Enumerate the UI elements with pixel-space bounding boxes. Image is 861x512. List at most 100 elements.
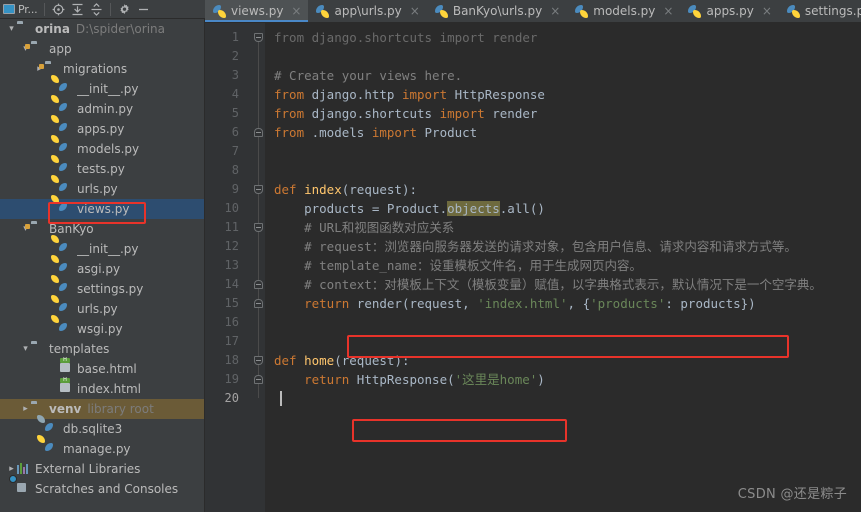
code-line-5[interactable]: from django.shortcuts import render [274,104,537,123]
code-line-19[interactable]: return HttpResponse('这里是home') [274,370,545,389]
minus-icon [139,8,149,10]
locate-button[interactable] [49,0,68,19]
code-line-4[interactable]: from django.http import HttpResponse [274,85,545,104]
code-token: from [274,125,305,140]
python-file-icon [59,303,73,316]
code-fold-toggle[interactable] [254,223,263,232]
code-fold-toggle[interactable] [254,356,263,365]
code-line-15[interactable]: return render(request, 'index.html', {'p… [274,294,756,313]
chevron-right-icon[interactable] [20,405,31,414]
code-token: return [304,296,350,311]
editor-tab-label: views.py [231,4,284,18]
project-tree-panel[interactable]: orina D:\spider\orinaapp migrations __init_… [0,19,205,512]
code-fold-toggle[interactable] [254,33,263,42]
code-line-14[interactable]: # context：对模板上下文（模板变量）赋值，以字典格式表示，默认情况下是一… [274,275,822,294]
code-line-6[interactable]: from .models import Product [274,123,477,142]
tree-item-scratches-and-consoles[interactable]: Scratches and Consoles [0,479,204,499]
editor-tab-bankyo-urls-py[interactable]: BanKyo\urls.py × [427,0,567,22]
editor-gutter[interactable]: 1 2 3 4 5 6 7 8 9 10 11 12 13 14 15 16 17 18 19 20 [205,23,265,512]
tree-item-manage-py[interactable]: manage.py [0,439,204,459]
code-line-12[interactable]: # request：浏览器向服务器发送的请求对象，包含用户信息、请求内容和请求方… [274,237,797,256]
editor-tab-app-urls-py[interactable]: app\urls.py × [308,0,426,22]
tree-item-bankyo[interactable]: BanKyo [0,219,204,239]
tree-item-views-py[interactable]: views.py [0,199,204,219]
project-view-button[interactable]: Pr... [0,0,40,19]
code-line-13[interactable]: # template_name：设重模板文件名，用于生成网页内容。 [274,256,642,275]
tree-item-templates[interactable]: templates [0,339,204,359]
tree-item-__init__-py[interactable]: __init__.py [0,79,204,99]
settings-button[interactable] [115,0,134,19]
tree-item-asgi-py[interactable]: asgi.py [0,259,204,279]
code-line-11[interactable]: # URL和视图函数对应关系 [274,218,454,237]
tree-item-orina[interactable]: orina D:\spider\orina [0,19,204,39]
code-fold-toggle[interactable] [254,185,263,194]
code-token: from [274,87,305,102]
chevron-right-icon[interactable] [6,465,17,474]
code-line-9[interactable]: def index(request): [274,180,417,199]
tree-item-app[interactable]: app [0,39,204,59]
tree-item-db-sqlite3[interactable]: db.sqlite3 [0,419,204,439]
close-icon[interactable]: × [410,5,420,17]
tree-item-models-py[interactable]: models.py [0,139,204,159]
code-fold-toggle[interactable] [254,128,263,137]
tree-item-admin-py[interactable]: admin.py [0,99,204,119]
tree-item-wsgi-py[interactable]: wsgi.py [0,319,204,339]
close-icon[interactable]: × [550,5,560,17]
chevron-down-icon[interactable] [20,345,31,354]
code-line-3[interactable]: # Create your views here. [274,66,462,85]
tree-item-index-html[interactable]: index.html [0,379,204,399]
hide-panel-button[interactable] [134,0,153,19]
python-file-icon [786,4,800,18]
code-line-1[interactable]: from django.shortcuts import render [274,28,537,47]
code-token: 'products' [590,296,666,311]
code-fold-toggle[interactable] [254,375,263,384]
editor-tab-models-py[interactable]: models.py × [567,0,680,22]
editor-tab-bar[interactable]: views.py × app\urls.py × BanKyo\urls.py × mode… [205,0,861,23]
python-file-icon [59,323,73,336]
editor-tab-views-py[interactable]: views.py × [205,0,309,22]
code-editor[interactable]: 1 2 3 4 5 6 7 8 9 10 11 12 13 14 15 16 17 18 19 20 from dja… [205,23,861,512]
code-token: # context：对模板上下文（模板变量）赋值，以字典格式表示，默认情况下是一… [274,277,822,292]
tree-item-__init__-py[interactable]: __init__.py [0,239,204,259]
editor-tab-label: apps.py [706,4,754,18]
code-token: products = Product. [274,201,448,216]
close-icon[interactable]: × [663,5,673,17]
close-icon[interactable]: × [762,5,772,17]
tree-item-urls-py[interactable]: urls.py [0,179,204,199]
tree-item-migrations[interactable]: migrations [0,59,204,79]
tree-item-label: venv [49,402,82,416]
scratches-icon [17,483,31,496]
editor-tab-label: app\urls.py [334,4,402,18]
python-file-icon [59,123,73,136]
tree-item-label: __init__.py [77,242,139,256]
project-toolbar: Pr... [0,0,205,19]
tree-item-venv[interactable]: venv library root [0,399,204,419]
chevron-down-icon[interactable] [6,25,17,34]
code-token: , { [567,296,591,311]
expand-all-button[interactable] [87,0,106,19]
code-line-10[interactable]: products = Product.objects.all() [274,199,545,218]
tree-item-settings-py[interactable]: settings.py [0,279,204,299]
tree-item-external-libraries[interactable]: External Libraries [0,459,204,479]
module-folder-icon [31,223,45,236]
tree-item-label: settings.py [77,282,144,296]
code-line-18[interactable]: def home(request): [274,351,410,370]
code-text-area[interactable]: from django.shortcuts import render # Cre… [265,23,861,512]
editor-tab-settings-py[interactable]: settings.py× [779,0,861,22]
python-file-icon [575,4,589,18]
collapse-all-button[interactable] [68,0,87,19]
tree-item-tests-py[interactable]: tests.py [0,159,204,179]
tree-item-apps-py[interactable]: apps.py [0,119,204,139]
code-token: 'index.html' [477,296,568,311]
editor-tab-apps-py[interactable]: apps.py × [680,0,778,22]
python-file-icon [59,163,73,176]
tree-item-label: index.html [77,382,141,396]
line-number: 11 [224,220,239,234]
tree-item-base-html[interactable]: base.html [0,359,204,379]
close-icon[interactable]: × [291,5,301,17]
python-file-icon [213,4,226,18]
tree-item-label: models.py [77,142,140,156]
code-fold-toggle[interactable] [254,299,263,308]
tree-item-urls-py[interactable]: urls.py [0,299,204,319]
code-fold-toggle[interactable] [254,280,263,289]
